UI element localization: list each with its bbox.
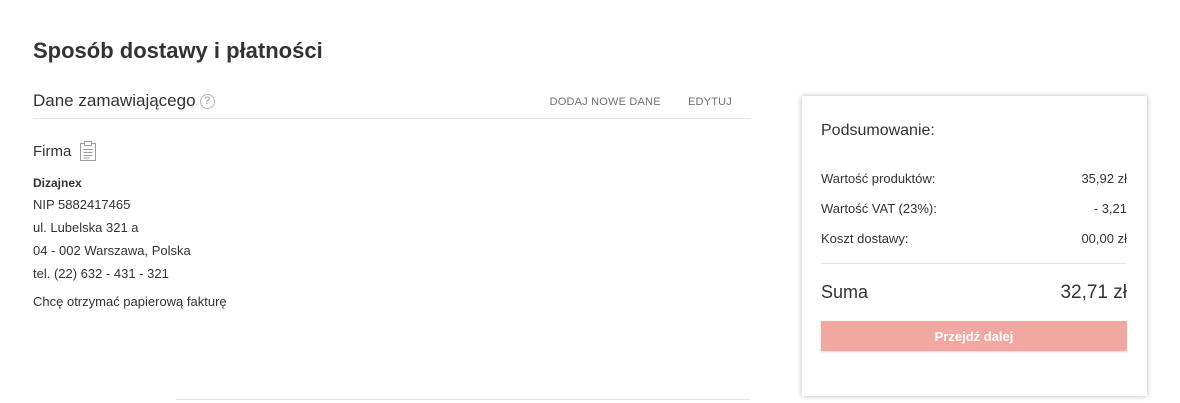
summary-row-label: Koszt dostawy:	[821, 231, 909, 246]
section-divider	[176, 399, 751, 400]
help-icon[interactable]: ?	[199, 94, 215, 109]
summary-row-shipping: Koszt dostawy: 00,00 zł	[821, 231, 1127, 246]
summary-row-value: 00,00 zł	[1081, 231, 1127, 246]
company-label-row: Firma	[33, 140, 227, 162]
orderer-section-title: Dane zamawiającego	[33, 91, 196, 110]
company-label: Firma	[33, 142, 72, 160]
orderer-actions: DODAJ NOWE DANE EDYTUJ	[526, 96, 732, 108]
summary-row-vat: Wartość VAT (23%): - 3,21	[821, 201, 1127, 216]
summary-row-label: Wartość produktów:	[821, 171, 936, 186]
summary-title: Podsumowanie:	[821, 122, 935, 139]
page-title: Sposób dostawy i płatności	[33, 38, 323, 63]
total-label: Suma	[821, 282, 869, 302]
company-phone: tel. (22) 632 - 431 - 321	[33, 266, 169, 281]
summary-row-products: Wartość produktów: 35,92 zł	[821, 171, 1127, 186]
add-new-data-link[interactable]: DODAJ NOWE DANE	[550, 96, 661, 108]
orderer-section-title-wrap: Dane zamawiającego?	[33, 91, 215, 111]
company-street: ul. Lubelska 321 a	[33, 220, 139, 235]
clipboard-icon[interactable]	[79, 140, 97, 162]
company-nip: NIP 5882417465	[33, 197, 131, 212]
orderer-section-header: Dane zamawiającego? DODAJ NOWE DANE EDYT…	[33, 88, 751, 119]
page: Sposób dostawy i płatności Dane zamawiaj…	[0, 0, 1180, 403]
company-details: Firma Dizajnex NIP 5882417465 ul. Lubels…	[33, 140, 227, 309]
company-name: Dizajnex	[33, 176, 82, 190]
summary-row-value: 35,92 zł	[1081, 171, 1127, 186]
proceed-button[interactable]: Przejdź dalej	[821, 321, 1127, 351]
order-summary-panel: Podsumowanie: Wartość produktów: 35,92 z…	[802, 96, 1147, 396]
summary-divider	[821, 263, 1127, 264]
paper-invoice-note: Chcę otrzymać papierową fakturę	[33, 294, 227, 309]
summary-total-row: Suma 32,71 zł	[821, 282, 1127, 304]
edit-link[interactable]: EDYTUJ	[688, 96, 732, 108]
summary-row-label: Wartość VAT (23%):	[821, 201, 937, 216]
summary-row-value: - 3,21	[1093, 201, 1127, 216]
total-value: 32,71 zł	[1060, 282, 1127, 303]
company-city: 04 - 002 Warszawa, Polska	[33, 243, 191, 258]
